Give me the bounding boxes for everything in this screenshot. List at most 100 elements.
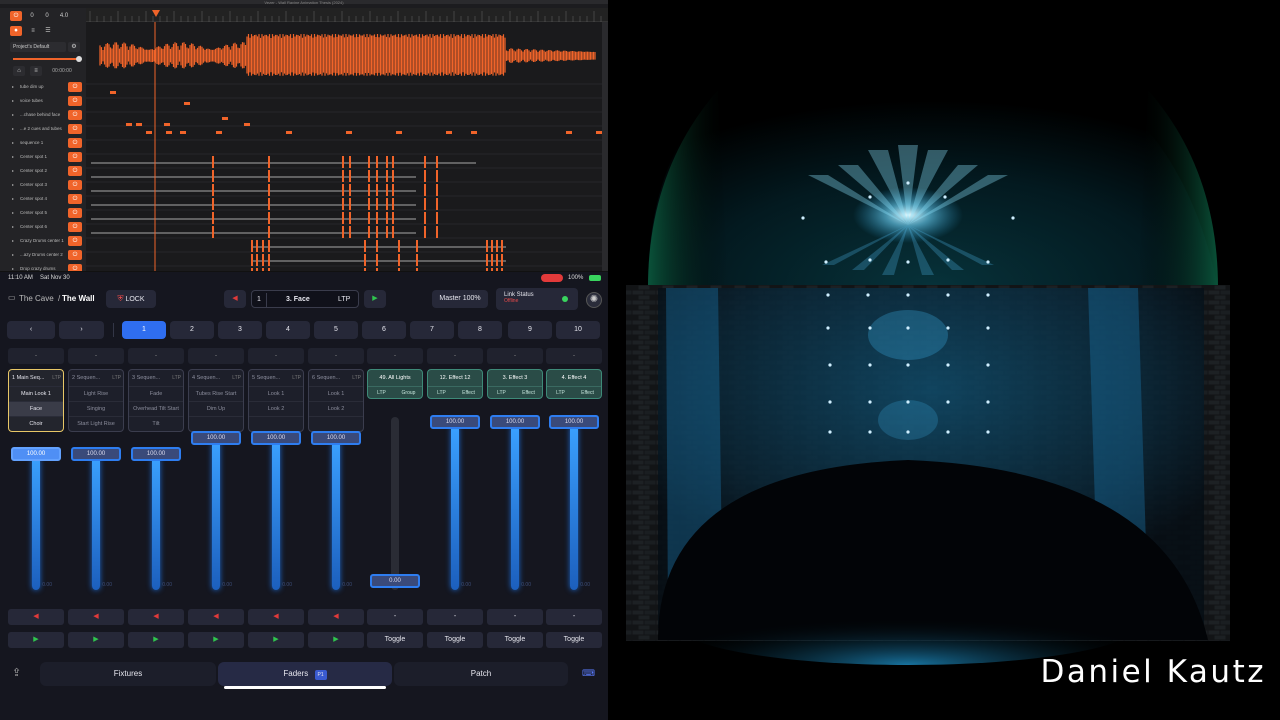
automation-keyframe[interactable] — [368, 212, 370, 224]
automation-keyframe[interactable] — [349, 212, 351, 224]
keyframe-block[interactable] — [396, 131, 402, 134]
track-row[interactable]: ▸ tube dim up ⏻ — [0, 80, 86, 94]
playback-back-button[interactable]: ◀ — [248, 609, 304, 625]
fader-handle[interactable]: 100.00 — [430, 415, 480, 429]
automation-keyframe[interactable] — [212, 226, 214, 238]
list-icon[interactable]: ≡ — [27, 26, 39, 36]
playback-toggle-button[interactable]: Toggle — [487, 632, 543, 648]
automation-keyframe[interactable] — [364, 240, 366, 252]
automation-keyframe[interactable] — [416, 240, 418, 252]
fader-handle[interactable]: 100.00 — [71, 447, 121, 461]
fader-track[interactable] — [570, 425, 578, 590]
fader[interactable]: 0.00 100.00 — [487, 272, 543, 602]
track-power-icon[interactable]: ⏻ — [68, 180, 82, 190]
fader[interactable]: 0.00 100.00 — [546, 272, 602, 602]
playback-back-button[interactable]: ◀ — [188, 609, 244, 625]
automation-keyframe[interactable] — [349, 184, 351, 196]
fader-handle[interactable]: 100.00 — [191, 431, 241, 445]
automation-keyframe[interactable] — [268, 212, 270, 224]
automation-keyframe[interactable] — [491, 240, 493, 252]
expand-triangle-icon[interactable]: ▸ — [12, 192, 14, 206]
automation-keyframe[interactable] — [416, 254, 418, 266]
automation-keyframe[interactable] — [386, 198, 388, 210]
track-row[interactable]: ▸ Center spot 6 ⏻ — [0, 220, 86, 234]
share-icon[interactable]: ⇪ — [12, 666, 21, 679]
automation-keyframe[interactable] — [424, 184, 426, 196]
track-row[interactable]: ▸ Center spot 2 ⏻ — [0, 164, 86, 178]
track-row[interactable]: ▸ ...e 2 cues and tubes ⏻ — [0, 122, 86, 136]
track-row[interactable]: ▸ sequence 1 ⏻ — [0, 136, 86, 150]
automation-keyframe[interactable] — [392, 212, 394, 224]
fader-handle[interactable]: 100.00 — [131, 447, 181, 461]
expand-triangle-icon[interactable]: ▸ — [12, 108, 14, 122]
automation-keyframe[interactable] — [212, 156, 214, 168]
automation-keyframe[interactable] — [501, 254, 503, 266]
track-power-icon[interactable]: ⏻ — [68, 110, 82, 120]
playback-flash-button[interactable]: - — [427, 609, 483, 625]
fader-handle[interactable]: 100.00 — [11, 447, 61, 461]
automation-keyframe[interactable] — [436, 156, 438, 168]
expand-triangle-icon[interactable]: ▸ — [12, 262, 14, 271]
track-power-icon[interactable]: ⏻ — [68, 124, 82, 134]
keyframe-block[interactable] — [184, 102, 190, 105]
automation-keyframe[interactable] — [424, 170, 426, 182]
automation-keyframe[interactable] — [376, 170, 378, 182]
fader[interactable]: 0.000.00 — [367, 272, 423, 602]
keyframe-block[interactable] — [244, 123, 250, 126]
fader-handle[interactable]: 100.00 — [549, 415, 599, 429]
automation-keyframe[interactable] — [262, 254, 264, 266]
track-power-icon[interactable]: ⏻ — [68, 208, 82, 218]
gear-icon[interactable]: ⚙ — [68, 42, 80, 52]
automation-keyframe[interactable] — [342, 184, 344, 196]
automation-keyframe[interactable] — [424, 198, 426, 210]
track-row[interactable]: ▸ Center spot 1 ⏻ — [0, 150, 86, 164]
playback-go-button[interactable]: ▶ — [188, 632, 244, 648]
automation-keyframe[interactable] — [349, 198, 351, 210]
automation-keyframe[interactable] — [376, 240, 378, 252]
expand-triangle-icon[interactable]: ▸ — [12, 178, 14, 192]
automation-keyframe[interactable] — [496, 240, 498, 252]
automation-keyframe[interactable] — [376, 254, 378, 266]
automation-keyframe[interactable] — [376, 198, 378, 210]
playback-go-button[interactable]: ▶ — [128, 632, 184, 648]
track-row[interactable]: ▸ voice tubes ⏻ — [0, 94, 86, 108]
automation-keyframe[interactable] — [398, 254, 400, 266]
automation-keyframe[interactable] — [376, 184, 378, 196]
project-select[interactable]: Project's Default — [10, 42, 66, 52]
automation-keyframe[interactable] — [386, 226, 388, 238]
playback-back-button[interactable]: ◀ — [68, 609, 124, 625]
fader[interactable]: 0.00 100.00 — [427, 272, 483, 602]
automation-keyframe[interactable] — [436, 184, 438, 196]
automation-keyframe[interactable] — [392, 226, 394, 238]
keyframe-block[interactable] — [146, 131, 152, 134]
fader-track[interactable] — [451, 425, 459, 590]
automation-keyframe[interactable] — [436, 170, 438, 182]
playback-go-button[interactable]: ▶ — [68, 632, 124, 648]
expand-triangle-icon[interactable]: ▸ — [12, 136, 14, 150]
keyframe-block[interactable] — [166, 131, 172, 134]
home-icon[interactable]: ⌂ — [13, 66, 25, 76]
automation-keyframe[interactable] — [386, 212, 388, 224]
track-power-icon[interactable]: ⏻ — [68, 96, 82, 106]
keyframe-block[interactable] — [126, 123, 132, 126]
automation-keyframe[interactable] — [376, 156, 378, 168]
keyframe-block[interactable] — [222, 117, 228, 120]
keyframe-block[interactable] — [446, 131, 452, 134]
track-row[interactable]: ▸ Crazy Drums center 1 ⏻ — [0, 234, 86, 248]
automation-keyframe[interactable] — [349, 226, 351, 238]
track-power-icon[interactable]: ⏻ — [68, 82, 82, 92]
fader-handle[interactable]: 100.00 — [251, 431, 301, 445]
volume-handle[interactable] — [76, 56, 82, 62]
keyframe-block[interactable] — [216, 131, 222, 134]
expand-triangle-icon[interactable]: ▸ — [12, 234, 14, 248]
automation-keyframe[interactable] — [251, 240, 253, 252]
fader[interactable]: 0.00 100.00 — [248, 272, 304, 602]
automation-keyframe[interactable] — [491, 254, 493, 266]
automation-keyframe[interactable] — [392, 198, 394, 210]
automation-keyframe[interactable] — [212, 198, 214, 210]
fader-track[interactable] — [272, 441, 280, 590]
expand-triangle-icon[interactable]: ▸ — [12, 248, 14, 262]
volume-slider[interactable] — [13, 58, 79, 60]
automation-keyframe[interactable] — [436, 226, 438, 238]
track-power-icon[interactable]: ⏻ — [68, 250, 82, 260]
